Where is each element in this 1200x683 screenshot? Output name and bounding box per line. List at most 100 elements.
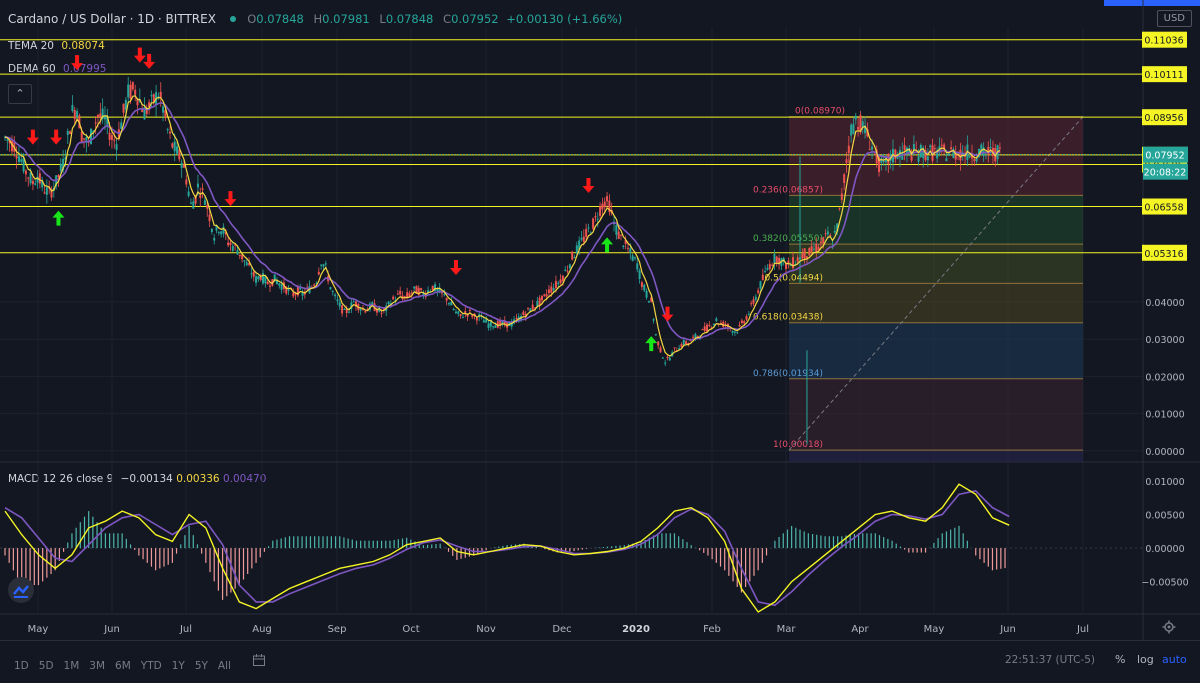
candle-body xyxy=(652,319,655,321)
timeframe-button-all[interactable]: All xyxy=(218,660,231,672)
x-tick-label: 2020 xyxy=(622,624,650,635)
candle-body xyxy=(192,201,195,209)
candle-body xyxy=(66,130,69,135)
timeframe-button-1y[interactable]: 1Y xyxy=(172,660,185,672)
candle-body xyxy=(868,149,871,151)
candle-body xyxy=(850,124,853,136)
countdown-value: 20:08:22 xyxy=(1144,168,1187,179)
candle-body xyxy=(580,238,583,240)
candle-body xyxy=(617,231,620,239)
x-tick-label: Jun xyxy=(999,624,1016,635)
candle-body xyxy=(31,180,34,185)
percent-toggle[interactable]: % xyxy=(1115,653,1125,666)
candle-body xyxy=(745,316,748,320)
candle-body xyxy=(364,311,367,313)
candle-body xyxy=(819,241,822,244)
candle-body xyxy=(6,139,9,141)
candle-body xyxy=(703,326,706,331)
x-tick-label: Jul xyxy=(179,624,192,635)
candle-body xyxy=(180,162,183,169)
candle-body xyxy=(266,281,269,285)
candle-body xyxy=(166,129,169,131)
last-price-value: 0.07952 xyxy=(1145,151,1184,162)
candle-body xyxy=(171,143,174,148)
x-tick-label: Nov xyxy=(476,624,496,635)
candle-body xyxy=(696,335,699,337)
price-chart[interactable]: 0(0.08970) 0.236(0.06857) 0.382(0.05550) 0.… xyxy=(0,0,1200,640)
macd-panel xyxy=(0,483,1143,613)
candle-body xyxy=(761,274,764,280)
candle-body xyxy=(108,132,111,140)
candle-body xyxy=(24,170,27,175)
candle-body xyxy=(840,193,843,200)
candle-body xyxy=(252,271,255,277)
timeframe-button-1m[interactable]: 1M xyxy=(64,660,80,672)
timeframe-button-3m[interactable]: 3M xyxy=(89,660,105,672)
candle-body xyxy=(775,256,778,263)
candle-body xyxy=(76,111,79,118)
candle-body xyxy=(575,245,578,254)
candle-body xyxy=(680,344,683,347)
tradingview-logo-icon[interactable] xyxy=(8,577,34,603)
candle-body xyxy=(740,320,743,324)
candle-body xyxy=(768,264,771,270)
timeframe-button-5y[interactable]: 5Y xyxy=(195,660,208,672)
candle-body xyxy=(185,179,188,185)
candle-body xyxy=(566,270,569,272)
settings-gear-icon[interactable] xyxy=(1162,619,1176,638)
candle-body xyxy=(757,290,760,293)
auto-toggle[interactable]: auto xyxy=(1162,653,1187,666)
timeframe-button-ytd[interactable]: YTD xyxy=(141,660,162,672)
x-tick-label: May xyxy=(28,624,49,635)
candle-body xyxy=(568,264,571,269)
candle-body xyxy=(454,311,457,314)
candle-body xyxy=(540,295,543,301)
candle-body xyxy=(59,163,62,171)
candle-body xyxy=(685,341,688,345)
sell-arrow-icon xyxy=(582,178,595,194)
candle-body xyxy=(545,294,548,297)
fib-zone xyxy=(789,116,1083,196)
log-toggle[interactable]: log xyxy=(1137,653,1154,666)
timeframe-button-6m[interactable]: 6M xyxy=(115,660,131,672)
candle-body xyxy=(852,124,855,134)
clock[interactable]: 22:51:37 (UTC-5) xyxy=(1005,654,1095,666)
candle-body xyxy=(236,250,239,255)
candle-body xyxy=(592,218,595,229)
candle-body xyxy=(738,324,741,327)
candle-body xyxy=(950,147,953,150)
candle-body xyxy=(334,294,337,297)
candle-body xyxy=(766,267,769,270)
candle-body xyxy=(34,183,37,185)
candle-body xyxy=(15,156,18,159)
candle-body xyxy=(406,292,409,298)
candle-body xyxy=(552,288,555,291)
candle-body xyxy=(359,309,362,311)
timeframe-button-1d[interactable]: 1D xyxy=(14,660,29,672)
candle-body xyxy=(96,114,99,118)
candle-body xyxy=(838,207,841,209)
candle-body xyxy=(815,243,818,252)
candle-body xyxy=(57,174,60,178)
candle-body xyxy=(301,292,304,296)
candle-body xyxy=(259,276,262,281)
candle-body xyxy=(43,192,46,194)
candle-body xyxy=(706,324,709,332)
candle-body xyxy=(959,149,962,161)
candle-body xyxy=(847,145,850,153)
candle-body xyxy=(238,254,241,256)
candle-body xyxy=(917,156,920,162)
calendar-range-icon[interactable] xyxy=(252,652,266,671)
macd-y-tick-label: −0.00500 xyxy=(1141,578,1188,589)
candle-body xyxy=(796,257,799,262)
sell-arrow-icon xyxy=(50,129,63,145)
candle-body xyxy=(833,230,836,233)
candle-body xyxy=(443,294,446,296)
candle-body xyxy=(536,300,539,306)
candle-body xyxy=(557,282,560,285)
candle-body xyxy=(227,242,230,246)
candle-body xyxy=(257,276,260,280)
candle-body xyxy=(731,330,734,333)
timeframe-button-5d[interactable]: 5D xyxy=(39,660,54,672)
x-tick-label: Aug xyxy=(252,624,272,635)
